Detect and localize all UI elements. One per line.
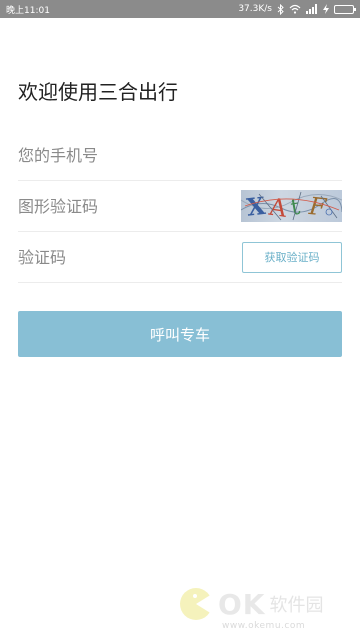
signal-icon — [306, 3, 318, 15]
sms-code-row: 获取验证码 — [18, 232, 342, 283]
status-time: 晚上11:01 — [6, 5, 50, 16]
call-car-button[interactable]: 呼叫专车 — [18, 311, 342, 357]
status-bar: 晚上11:01 37.3K/s — [0, 0, 360, 18]
phone-row — [18, 130, 342, 181]
pacman-logo-icon — [180, 588, 214, 620]
phone-input[interactable] — [18, 140, 342, 170]
svg-text:X: X — [245, 191, 267, 222]
wifi-icon — [289, 3, 301, 15]
sms-code-input[interactable] — [18, 242, 242, 272]
watermark-name: 软件园 — [269, 595, 324, 616]
watermark-url: www.okemu.com — [222, 621, 306, 631]
watermark-brand: OK — [218, 587, 266, 621]
captcha-row: X A t F — [18, 181, 342, 232]
watermark: OK 软件园 — [178, 586, 324, 622]
captcha-graphic: X A t F — [241, 191, 342, 222]
battery-icon — [334, 3, 356, 15]
captcha-image[interactable]: X A t F — [241, 190, 342, 222]
get-code-button[interactable]: 获取验证码 — [242, 241, 342, 273]
charging-icon — [323, 3, 329, 15]
bluetooth-icon — [277, 3, 284, 15]
svg-text:F: F — [307, 192, 329, 222]
status-indicators: 37.3K/s — [238, 3, 356, 15]
page-title: 欢迎使用三合出行 — [18, 80, 178, 104]
captcha-input[interactable] — [18, 191, 241, 221]
network-speed: 37.3K/s — [238, 4, 272, 14]
